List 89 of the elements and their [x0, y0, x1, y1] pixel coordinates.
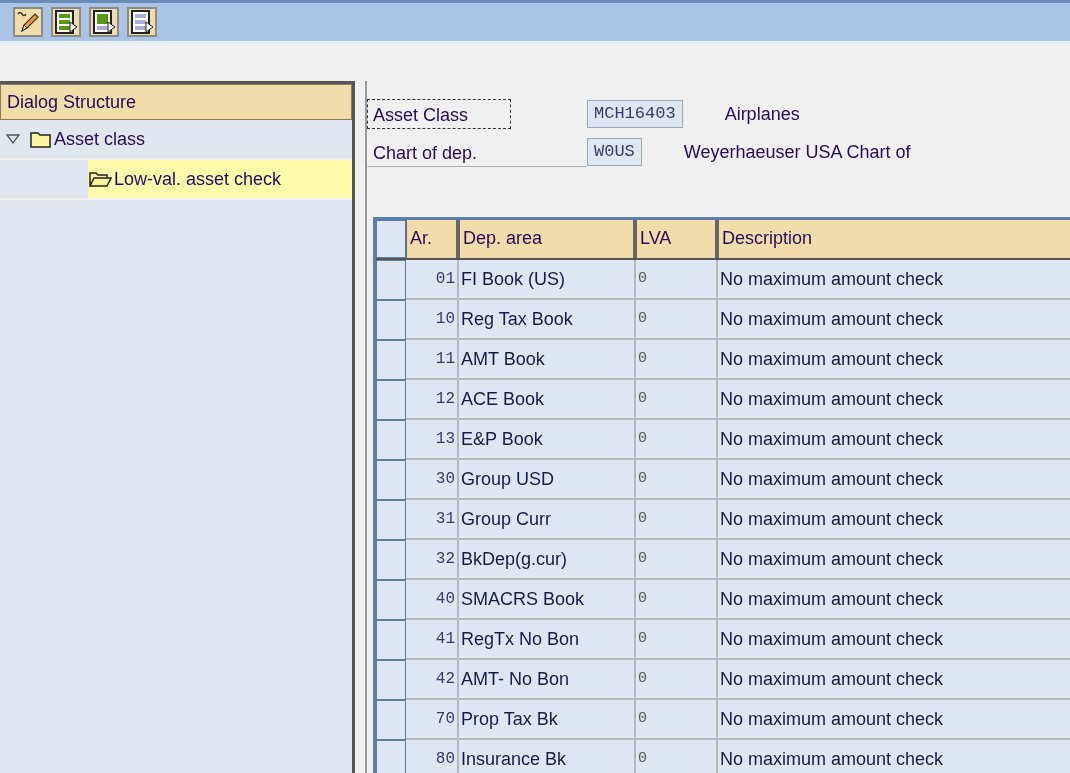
row-selector[interactable]	[376, 700, 406, 740]
column-header[interactable]: Ar.	[406, 220, 459, 258]
table-cell: No maximum amount check	[718, 740, 1070, 773]
table-cell: E&P Book	[459, 420, 636, 460]
list-icon	[53, 9, 79, 35]
row-selector[interactable]	[376, 500, 406, 540]
table-cell: 42	[406, 660, 459, 700]
table-cell: Insurance Bk	[459, 740, 636, 773]
table-cell: AMT- No Bon	[459, 660, 636, 700]
table-cell: 0	[636, 580, 718, 620]
table-cell: No maximum amount check	[718, 620, 1070, 660]
row-selector[interactable]	[376, 300, 406, 340]
column-header[interactable]: Dep. area	[459, 220, 636, 258]
input-field[interactable]: W0US	[587, 138, 642, 166]
table-cell: 0	[636, 620, 718, 660]
table-cell: BkDep(g.cur)	[459, 540, 636, 580]
table-cell: FI Book (US)	[459, 260, 636, 300]
list-icon	[91, 9, 117, 35]
panel-header: Dialog Structure	[0, 84, 352, 120]
table-cell: SMACRS Book	[459, 580, 636, 620]
table-cell: Prop Tax Bk	[459, 700, 636, 740]
collapse-icon[interactable]	[6, 133, 20, 145]
table-cell: Group USD	[459, 460, 636, 500]
table-cell: No maximum amount check	[718, 500, 1070, 540]
column-header[interactable]: Description	[718, 220, 1070, 258]
table-cell: 0	[636, 540, 718, 580]
table-cell: 70	[406, 700, 459, 740]
table-cell: ACE Book	[459, 380, 636, 420]
table-cell: No maximum amount check	[718, 420, 1070, 460]
row-selector[interactable]	[376, 340, 406, 380]
table-cell: No maximum amount check	[718, 580, 1070, 620]
table-cell: No maximum amount check	[718, 540, 1070, 580]
table-cell: 41	[406, 620, 459, 660]
table-cell: 32	[406, 540, 459, 580]
table-cell: Reg Tax Book	[459, 300, 636, 340]
table-cell: 0	[636, 340, 718, 380]
table-cell: No maximum amount check	[718, 300, 1070, 340]
splitter[interactable]	[352, 81, 367, 773]
table-cell: 0	[636, 460, 718, 500]
table-cell: 30	[406, 460, 459, 500]
row-selector[interactable]	[376, 660, 406, 700]
toolbar-button[interactable]	[89, 7, 119, 37]
table-cell: 0	[636, 420, 718, 460]
table-cell: 10	[406, 300, 459, 340]
table-cell: 0	[636, 500, 718, 540]
row-selector[interactable]	[376, 460, 406, 500]
row-selector[interactable]	[376, 260, 406, 300]
row-selector[interactable]	[376, 580, 406, 620]
tree-item[interactable]: Low-val. asset check	[88, 160, 352, 198]
table-cell: 31	[406, 500, 459, 540]
field-description: Weyerhaeuser USA Chart of	[683, 141, 911, 163]
table-cell: No maximum amount check	[718, 700, 1070, 740]
table-cell: No maximum amount check	[718, 260, 1070, 300]
table-cell: No maximum amount check	[718, 380, 1070, 420]
table-cell: 13	[406, 420, 459, 460]
table-cell: 12	[406, 380, 459, 420]
row-selector[interactable]	[376, 380, 406, 420]
table-cell: 01	[406, 260, 459, 300]
row-selector[interactable]	[376, 420, 406, 460]
folder-icon	[30, 130, 52, 148]
toolbar-button[interactable]	[51, 7, 81, 37]
select-all-button[interactable]	[376, 220, 406, 258]
row-selector[interactable]	[376, 620, 406, 660]
table-cell: 0	[636, 660, 718, 700]
row-selector[interactable]	[376, 540, 406, 580]
table-cell: 40	[406, 580, 459, 620]
table-cell: 80	[406, 740, 459, 773]
row-selector[interactable]	[376, 740, 406, 773]
table-cell: 0	[636, 300, 718, 340]
table-cell: RegTx No Bon	[459, 620, 636, 660]
table-cell: 0	[636, 700, 718, 740]
table-cell: 0	[636, 380, 718, 420]
column-header[interactable]: LVA	[636, 220, 718, 258]
field-description: Airplanes	[724, 103, 800, 125]
input-field[interactable]: MCH16403	[587, 100, 683, 128]
tree-item[interactable]: Asset class	[30, 120, 150, 158]
table-cell: Group Curr	[459, 500, 636, 540]
toolbar-button[interactable]	[13, 7, 43, 37]
table-cell: No maximum amount check	[718, 660, 1070, 700]
table-cell: No maximum amount check	[718, 460, 1070, 500]
field-label: Asset Class	[367, 99, 511, 129]
toolbar-button[interactable]	[127, 7, 157, 37]
table-cell: 0	[636, 260, 718, 300]
table-cell: AMT Book	[459, 340, 636, 380]
table-cell: 11	[406, 340, 459, 380]
list-icon	[129, 9, 155, 35]
table-cell: 0	[636, 740, 718, 773]
table-cell: No maximum amount check	[718, 340, 1070, 380]
pencil-icon	[15, 9, 41, 35]
